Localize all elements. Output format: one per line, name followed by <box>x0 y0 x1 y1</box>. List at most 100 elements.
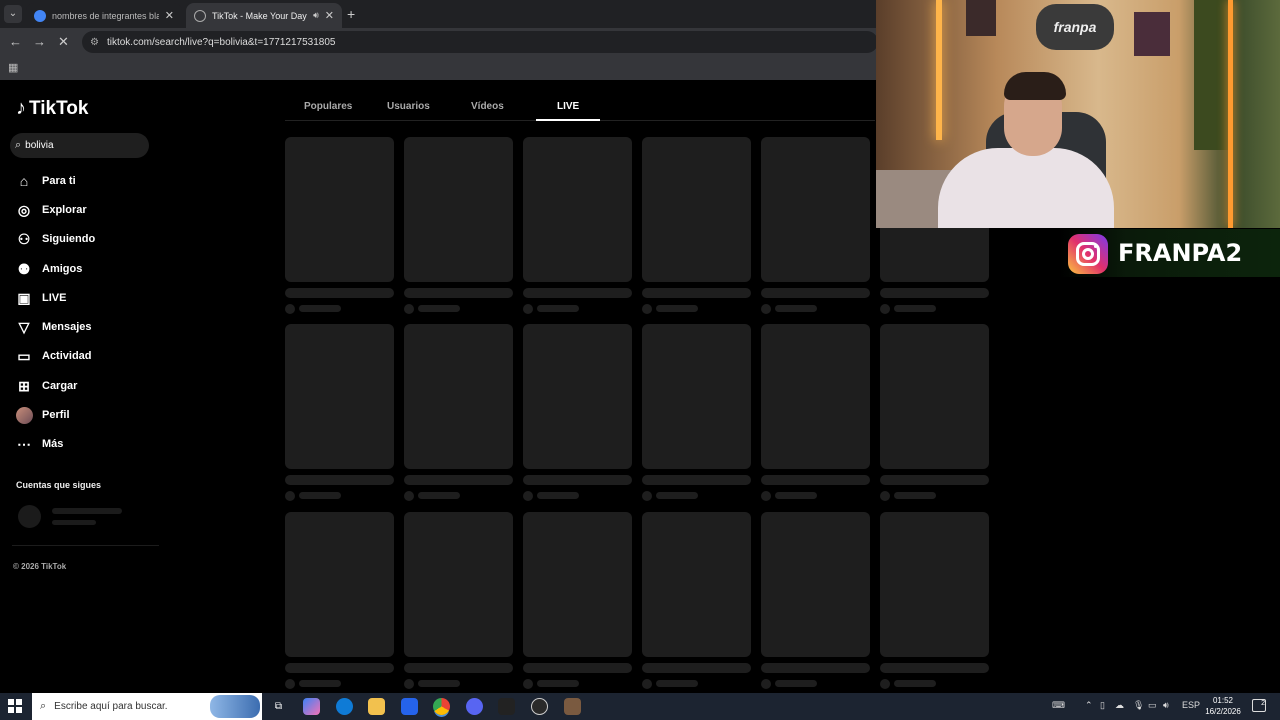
live-card-skeleton <box>880 512 989 657</box>
live-card-skeleton <box>285 137 394 282</box>
instagram-handle: FRANPA2 <box>1118 239 1243 267</box>
tab-populares[interactable]: Populares <box>304 101 352 112</box>
apps-grid-icon[interactable]: ▦ <box>8 61 18 74</box>
browser-tab-1[interactable]: nombres de integrantes black p ✕ <box>26 3 182 28</box>
battery-icon[interactable]: ▯ <box>1100 700 1105 711</box>
tiktok-logo[interactable]: ♪ TikTok <box>16 97 88 120</box>
forward-button[interactable]: → <box>33 34 46 49</box>
live-card-avatar-skeleton <box>285 491 295 501</box>
nav-item-para-ti[interactable]: ⌂ Para ti <box>14 172 76 190</box>
live-card-skeleton <box>523 324 632 469</box>
windows-start-icon[interactable] <box>8 699 22 713</box>
following-account-skeleton-avatar <box>18 505 41 528</box>
nav-label: Actividad <box>42 350 92 362</box>
live-card-title-skeleton <box>404 663 513 673</box>
live-card-user-skeleton <box>656 492 698 499</box>
live-card-user-skeleton <box>418 305 460 312</box>
live-card-avatar-skeleton <box>285 679 295 689</box>
task-view-icon[interactable]: ⧉ <box>270 698 287 715</box>
back-button[interactable]: ← <box>9 34 22 49</box>
live-card-skeleton <box>404 512 513 657</box>
language-indicator[interactable]: ESP <box>1182 700 1200 710</box>
nav-label: Siguiendo <box>42 233 96 245</box>
live-card-title-skeleton <box>285 475 394 485</box>
onedrive-icon[interactable]: ☁︎ <box>1115 700 1124 711</box>
nav-item-perfil[interactable]: Perfil <box>14 406 70 424</box>
clock-time: 01:52 <box>1212 696 1234 705</box>
live-card-title-skeleton <box>761 288 870 298</box>
live-card-skeleton <box>880 324 989 469</box>
nav-label: Para ti <box>42 175 76 187</box>
bookmarks-bar: ▦ <box>0 56 880 80</box>
live-card-title-skeleton <box>761 663 870 673</box>
capcut-icon[interactable] <box>498 698 515 715</box>
live-card-title-skeleton <box>523 288 632 298</box>
live-card-user-skeleton <box>656 305 698 312</box>
stop-button[interactable]: ✕ <box>58 34 69 50</box>
chrome-icon[interactable] <box>433 698 450 715</box>
edge-icon[interactable] <box>336 698 353 715</box>
tab-videos[interactable]: Vídeos <box>471 101 504 112</box>
app-icon[interactable] <box>564 698 581 715</box>
copilot-icon[interactable] <box>303 698 320 715</box>
taskbar-search-input[interactable]: ⌕ Escribe aquí para buscar. <box>32 693 262 720</box>
following-icon: ⚇ <box>17 230 31 247</box>
following-accounts-title: Cuentas que sigues <box>16 480 102 490</box>
live-card-avatar-skeleton <box>642 304 652 314</box>
nav-label: Mensajes <box>42 321 92 333</box>
live-card-avatar-skeleton <box>761 491 771 501</box>
live-card-title-skeleton <box>404 475 513 485</box>
live-card-user-skeleton <box>894 305 936 312</box>
nav-item-actividad[interactable]: ▭ Actividad <box>14 347 92 365</box>
live-card-avatar-skeleton <box>880 491 890 501</box>
tab-search-button[interactable]: ⌄ <box>4 5 22 23</box>
tab-live[interactable]: LIVE <box>557 101 579 112</box>
instagram-banner: FRANPA2 <box>1060 229 1280 277</box>
nav-item-cargar[interactable]: ⊞ Cargar <box>14 377 77 395</box>
live-card-avatar-skeleton <box>523 491 533 501</box>
tab-close-icon[interactable]: ✕ <box>165 9 174 22</box>
logo-text: TikTok <box>29 97 89 119</box>
nav-item-siguiendo[interactable]: ⚇ Siguiendo <box>14 230 95 248</box>
live-card-avatar-skeleton <box>523 679 533 689</box>
search-input[interactable]: ⌕ bolivia <box>10 133 149 158</box>
sidebar-divider <box>12 545 159 546</box>
tab-close-icon[interactable]: ✕ <box>325 9 334 22</box>
mail-icon[interactable] <box>401 698 418 715</box>
tab-usuarios[interactable]: Usuarios <box>387 101 430 112</box>
browser-tab-2[interactable]: TikTok - Make Your Day 🔊︎ ✕ <box>186 3 342 28</box>
nav-item-mas[interactable]: ⋯ Más <box>14 435 63 453</box>
webcam-person-hair <box>1004 72 1066 100</box>
site-info-icon[interactable]: ⚙︎ <box>90 37 99 48</box>
live-card-user-skeleton <box>537 492 579 499</box>
microphone-icon[interactable]: 🎙︎ <box>1133 700 1144 711</box>
home-icon: ⌂ <box>19 173 29 189</box>
file-explorer-icon[interactable] <box>368 698 385 715</box>
network-icon[interactable]: ▭ <box>1148 700 1157 711</box>
webcam-overlay: franpa <box>876 0 1280 228</box>
volume-icon[interactable]: 🔊︎ <box>1163 700 1169 711</box>
address-bar[interactable]: ⚙︎ tiktok.com/search/live?q=bolivia&t=17… <box>82 31 878 53</box>
live-card-title-skeleton <box>404 288 513 298</box>
nav-item-explorar[interactable]: ◎ Explorar <box>14 201 87 219</box>
browser-toolbar: ← → ✕ ⚙︎ tiktok.com/search/live?q=bolivi… <box>0 28 880 56</box>
taskbar-clock[interactable]: 01:52 16/2/2026 <box>1200 695 1246 717</box>
keyboard-icon[interactable]: ⌨︎ <box>1052 700 1065 711</box>
new-tab-button[interactable]: + <box>347 6 355 22</box>
nav-item-live[interactable]: ▣ LIVE <box>14 289 66 307</box>
live-card-title-skeleton <box>285 288 394 298</box>
following-account-skeleton-line <box>52 520 96 525</box>
speaker-icon[interactable]: 🔊︎ <box>313 10 319 21</box>
send-icon: ▽ <box>18 318 30 335</box>
show-hidden-icons-icon[interactable]: ⌃ <box>1085 700 1093 711</box>
nav-item-mensajes[interactable]: ▽ Mensajes <box>14 318 92 336</box>
nav-label: Cargar <box>42 380 78 392</box>
more-icon: ⋯ <box>17 435 31 452</box>
nav-item-amigos[interactable]: ⚉ Amigos <box>14 260 83 278</box>
notifications-icon[interactable]: 2 <box>1252 699 1266 712</box>
discord-icon[interactable] <box>466 698 483 715</box>
copyright: © 2026 TikTok <box>13 562 67 571</box>
clock-date: 16/2/2026 <box>1205 707 1241 716</box>
obs-icon[interactable] <box>531 698 548 715</box>
nav-label: LIVE <box>42 292 67 304</box>
